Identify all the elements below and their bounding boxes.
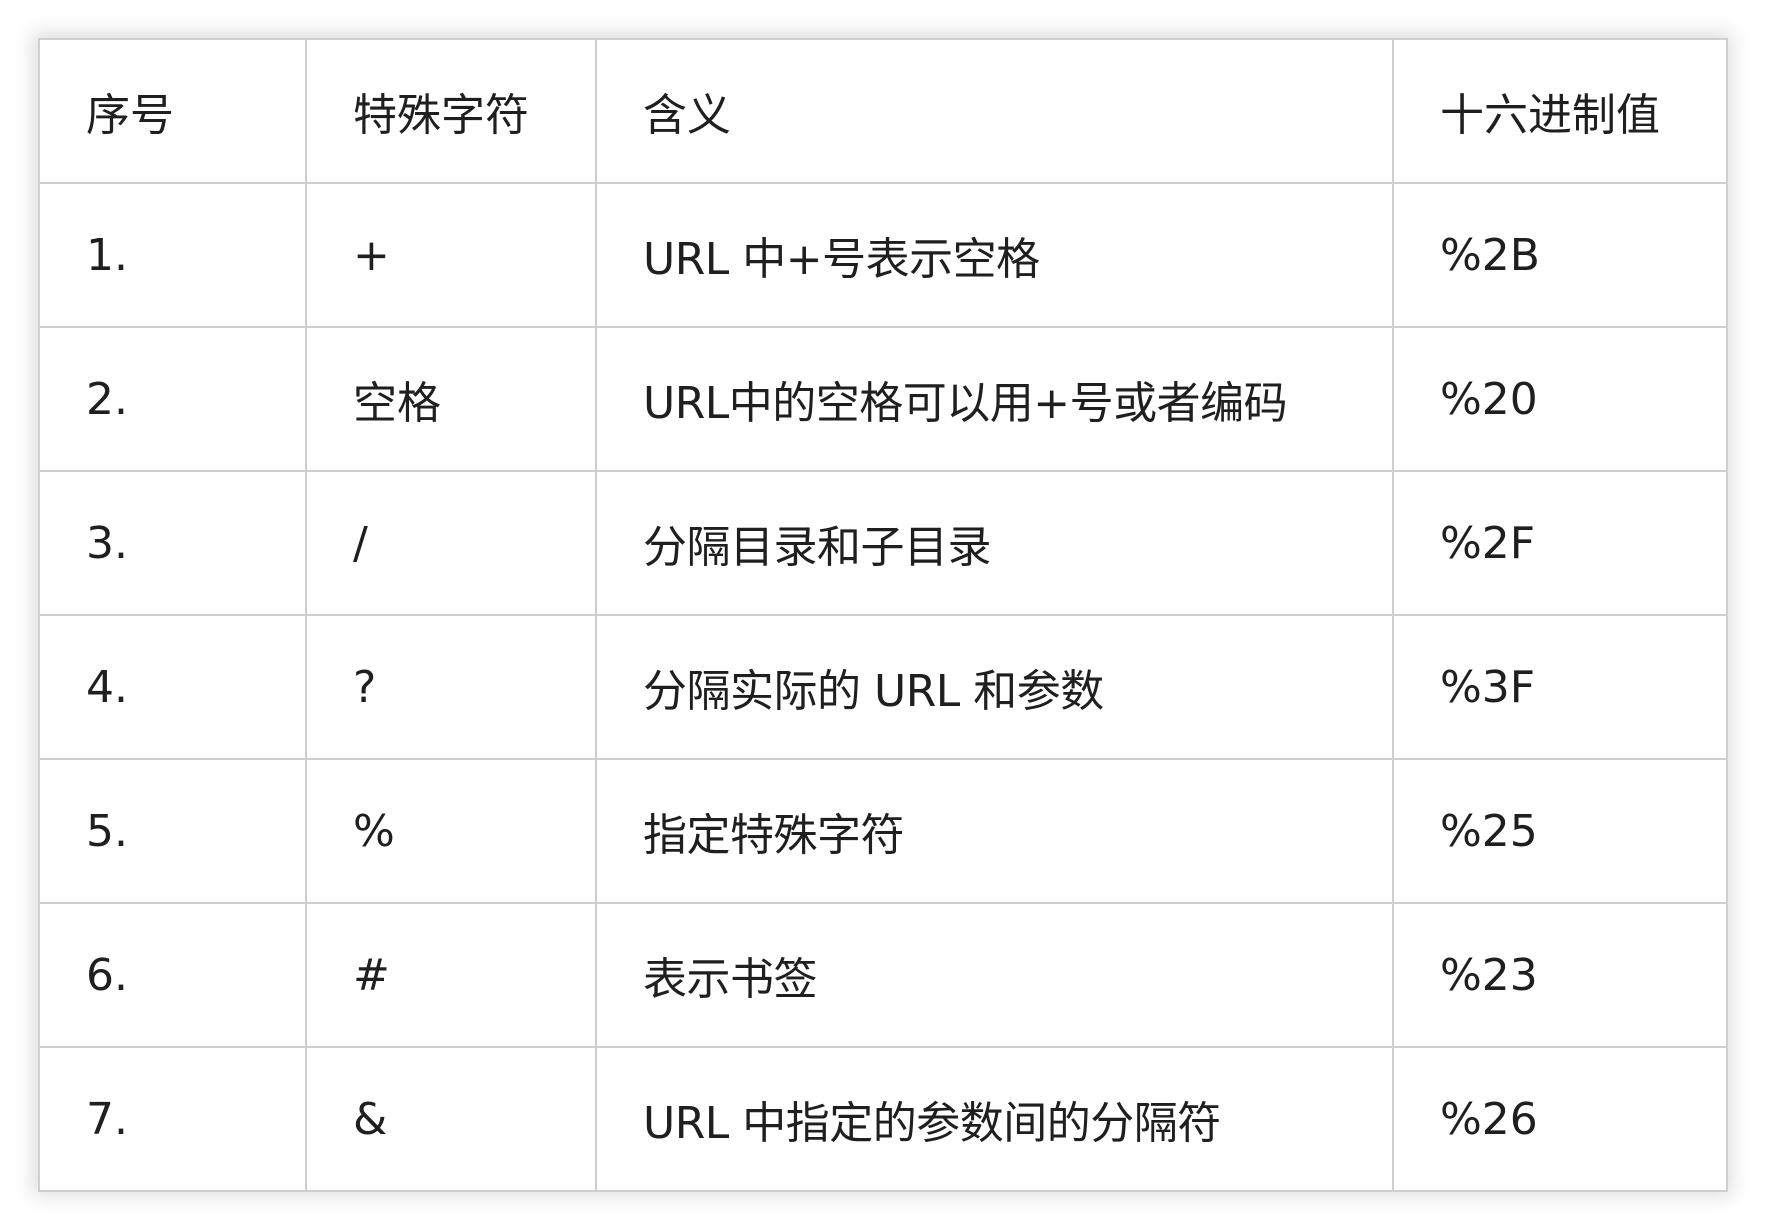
cell-special-char: 空格 (305, 326, 597, 472)
cell-hex-value: %3F (1392, 614, 1728, 760)
cell-special-char: & (305, 1046, 597, 1192)
cell-index: 1. (38, 182, 307, 328)
cell-meaning: 指定特殊字符 (595, 758, 1394, 904)
cell-special-char: % (305, 758, 597, 904)
cell-index: 7. (38, 1046, 307, 1192)
cell-hex-value: %20 (1392, 326, 1728, 472)
cell-meaning: URL 中指定的参数间的分隔符 (595, 1046, 1394, 1192)
cell-index: 4. (38, 614, 307, 760)
header-hex-value: 十六进制值 (1392, 38, 1728, 184)
cell-hex-value: %2B (1392, 182, 1728, 328)
cell-special-char: ? (305, 614, 597, 760)
cell-index: 3. (38, 470, 307, 616)
url-special-characters-table: 序号 特殊字符 含义 十六进制值 1. + URL 中+号表示空格 %2B 2.… (38, 38, 1728, 1192)
cell-meaning: 分隔目录和子目录 (595, 470, 1394, 616)
cell-index: 5. (38, 758, 307, 904)
table-frame: 序号 特殊字符 含义 十六进制值 1. + URL 中+号表示空格 %2B 2.… (38, 38, 1728, 1192)
cell-special-char: / (305, 470, 597, 616)
cell-meaning: URL中的空格可以用+号或者编码 (595, 326, 1394, 472)
table-row: 6. # 表示书签 %23 (38, 902, 1728, 1048)
header-index: 序号 (38, 38, 307, 184)
cell-special-char: + (305, 182, 597, 328)
cell-meaning: URL 中+号表示空格 (595, 182, 1394, 328)
cell-hex-value: %26 (1392, 1046, 1728, 1192)
table-row: 5. % 指定特殊字符 %25 (38, 758, 1728, 904)
table-row: 3. / 分隔目录和子目录 %2F (38, 470, 1728, 616)
table-row: 1. + URL 中+号表示空格 %2B (38, 182, 1728, 328)
cell-hex-value: %23 (1392, 902, 1728, 1048)
cell-meaning: 表示书签 (595, 902, 1394, 1048)
cell-special-char: # (305, 902, 597, 1048)
cell-hex-value: %2F (1392, 470, 1728, 616)
table-header-row: 序号 特殊字符 含义 十六进制值 (38, 38, 1728, 184)
header-special-char: 特殊字符 (305, 38, 597, 184)
cell-index: 2. (38, 326, 307, 472)
cell-meaning: 分隔实际的 URL 和参数 (595, 614, 1394, 760)
cell-index: 6. (38, 902, 307, 1048)
header-meaning: 含义 (595, 38, 1394, 184)
table-row: 2. 空格 URL中的空格可以用+号或者编码 %20 (38, 326, 1728, 472)
cell-hex-value: %25 (1392, 758, 1728, 904)
table-row: 4. ? 分隔实际的 URL 和参数 %3F (38, 614, 1728, 760)
table-row: 7. & URL 中指定的参数间的分隔符 %26 (38, 1046, 1728, 1192)
